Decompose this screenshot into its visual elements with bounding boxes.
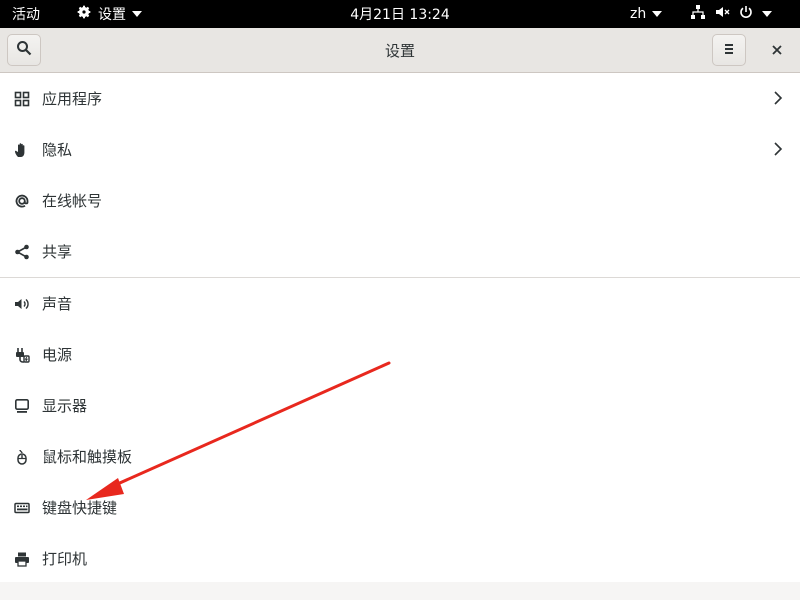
chevron-down-icon bbox=[762, 11, 772, 17]
printer-icon bbox=[13, 550, 31, 568]
close-icon bbox=[771, 41, 783, 60]
share-icon bbox=[13, 243, 31, 261]
sidebar-item-label: 共享 bbox=[42, 243, 73, 261]
app-menu-label: 设置 bbox=[98, 7, 126, 23]
search-icon bbox=[16, 40, 32, 60]
network-icon bbox=[690, 4, 706, 24]
sidebar-item-label: 显示器 bbox=[42, 397, 88, 415]
sidebar-item-keyboard-shortcuts[interactable]: 键盘快捷键 bbox=[0, 482, 800, 533]
sidebar-item-displays[interactable]: 显示器 bbox=[0, 380, 800, 431]
top-bar: 活动 设置 4月21日 13:24 zh bbox=[0, 0, 800, 28]
main-menu-button[interactable] bbox=[712, 34, 746, 66]
sidebar-item-label: 应用程序 bbox=[42, 90, 103, 108]
page-title: 设置 bbox=[384, 42, 415, 60]
clock[interactable]: 4月21日 13:24 bbox=[350, 4, 450, 24]
list-bottom-area bbox=[0, 582, 800, 600]
display-icon bbox=[13, 397, 31, 415]
gear-icon bbox=[76, 4, 92, 24]
sidebar-item-label: 鼠标和触摸板 bbox=[42, 448, 133, 466]
sidebar-item-printers[interactable]: 打印机 bbox=[0, 533, 800, 584]
sidebar-item-power[interactable]: 电源 bbox=[0, 329, 800, 380]
sidebar-item-mouse-touchpad[interactable]: 鼠标和触摸板 bbox=[0, 431, 800, 482]
settings-list: 应用程序 隐私 在线帐号 共享 声音 电源 显示器 鼠标和触摸板 键盘快捷键 打… bbox=[0, 73, 800, 584]
chevron-right-icon bbox=[772, 140, 784, 158]
sidebar-item-applications[interactable]: 应用程序 bbox=[0, 73, 800, 124]
mouse-icon bbox=[13, 448, 31, 466]
chevron-down-icon bbox=[132, 11, 142, 17]
apps-grid-icon bbox=[13, 90, 31, 108]
close-button[interactable] bbox=[760, 34, 794, 66]
system-status-menu[interactable] bbox=[690, 0, 772, 28]
app-menu[interactable]: 设置 bbox=[76, 0, 142, 28]
sidebar-item-sound[interactable]: 声音 bbox=[0, 278, 800, 329]
sidebar-item-label: 键盘快捷键 bbox=[42, 499, 118, 517]
sidebar-item-label: 声音 bbox=[42, 295, 73, 313]
header-bar: 设置 bbox=[0, 28, 800, 73]
power-plug-icon bbox=[13, 346, 31, 364]
language-indicator[interactable]: zh bbox=[630, 0, 663, 28]
sidebar-item-privacy[interactable]: 隐私 bbox=[0, 124, 800, 175]
chevron-right-icon bbox=[772, 89, 784, 107]
sidebar-item-label: 打印机 bbox=[42, 550, 88, 568]
at-icon bbox=[13, 192, 31, 210]
activities-button[interactable]: 活动 bbox=[12, 0, 40, 28]
power-icon bbox=[738, 4, 754, 24]
sidebar-item-label: 在线帐号 bbox=[42, 192, 103, 210]
hand-icon bbox=[13, 141, 31, 159]
search-button[interactable] bbox=[7, 34, 41, 66]
language-label: zh bbox=[630, 6, 647, 22]
sidebar-item-label: 电源 bbox=[42, 346, 73, 364]
keyboard-icon bbox=[13, 499, 31, 517]
hamburger-icon bbox=[722, 41, 736, 60]
mute-icon bbox=[714, 4, 730, 24]
chevron-down-icon bbox=[652, 11, 663, 17]
sidebar-item-label: 隐私 bbox=[42, 141, 73, 159]
speaker-icon bbox=[13, 295, 31, 313]
activities-label: 活动 bbox=[12, 7, 40, 23]
sidebar-item-sharing[interactable]: 共享 bbox=[0, 226, 800, 277]
sidebar-item-online-accounts[interactable]: 在线帐号 bbox=[0, 175, 800, 226]
